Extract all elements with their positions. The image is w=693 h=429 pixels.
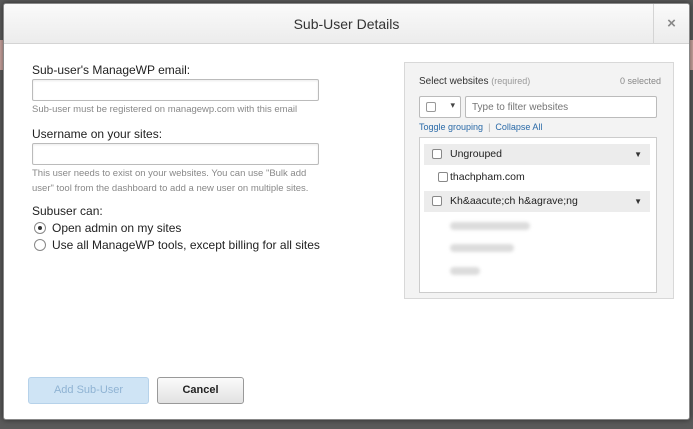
toggle-grouping-link[interactable]: Toggle grouping (419, 122, 483, 132)
group-checkbox[interactable] (432, 196, 442, 206)
group-name: Ungrouped (450, 148, 502, 160)
select-websites-label: Select websites (419, 76, 489, 87)
email-label: Sub-user's ManageWP email: (32, 63, 191, 77)
option-open-admin[interactable]: Open admin on my sites (34, 221, 181, 235)
username-field[interactable] (32, 143, 319, 165)
link-separator: | (488, 122, 491, 132)
site-row[interactable]: thachpham.com (424, 167, 650, 187)
blurred-site-name (450, 222, 530, 230)
expand-arrow-icon[interactable]: ▼ (634, 144, 642, 165)
selected-count: 0 selected (619, 76, 661, 86)
grouping-links: Toggle grouping | Collapse All (419, 122, 542, 132)
group-row-khach-hang[interactable]: Kh&aacute;ch h&agrave;ng ▼ (424, 191, 650, 212)
option-all-tools-label: Use all ManageWP tools, except billing f… (52, 238, 320, 252)
bulk-select-dropdown[interactable]: ▾ (419, 96, 461, 118)
expand-arrow-icon[interactable]: ▼ (634, 191, 642, 212)
close-icon[interactable]: × (653, 4, 689, 44)
radio-open-admin[interactable] (34, 222, 46, 234)
sub-user-dialog: Sub-User Details × Sub-user's ManageWP e… (3, 3, 690, 420)
collapse-all-link[interactable]: Collapse All (495, 122, 542, 132)
select-websites-title: Select websites (required) (419, 76, 530, 87)
add-sub-user-button[interactable]: Add Sub-User (28, 377, 149, 404)
option-open-admin-label: Open admin on my sites (52, 221, 182, 235)
dialog-body: Sub-user's ManageWP email: Sub-user must… (4, 45, 689, 419)
subuser-can-label: Subuser can: (32, 204, 103, 218)
select-websites-panel: Select websites (required) 0 selected ▾ … (404, 62, 674, 299)
dialog-header: Sub-User Details × (4, 4, 689, 44)
website-filter-input[interactable] (465, 96, 657, 118)
email-field[interactable] (32, 79, 319, 101)
group-checkbox[interactable] (432, 149, 442, 159)
username-hint-line-1: This user needs to exist on your website… (32, 168, 307, 179)
select-all-checkbox[interactable] (426, 102, 436, 112)
group-name: Kh&aacute;ch h&agrave;ng (450, 195, 578, 207)
blurred-site-name (450, 267, 480, 275)
required-label: (required) (491, 76, 531, 86)
site-name: thachpham.com (450, 171, 525, 183)
blurred-site-name (450, 244, 514, 252)
dialog-title: Sub-User Details (293, 16, 400, 32)
email-hint: Sub-user must be registered on managewp.… (32, 104, 298, 115)
chevron-down-icon: ▾ (450, 100, 455, 110)
website-list: Ungrouped ▼ thachpham.com Kh&aacute;ch h… (419, 137, 657, 293)
site-checkbox[interactable] (438, 172, 448, 182)
group-row-ungrouped[interactable]: Ungrouped ▼ (424, 144, 650, 165)
username-hint-line-2: user" tool from the dashboard to add a n… (32, 183, 309, 194)
option-all-tools[interactable]: Use all ManageWP tools, except billing f… (34, 238, 320, 252)
radio-all-tools[interactable] (34, 239, 46, 251)
cancel-button[interactable]: Cancel (157, 377, 244, 404)
username-label: Username on your sites: (32, 127, 163, 141)
